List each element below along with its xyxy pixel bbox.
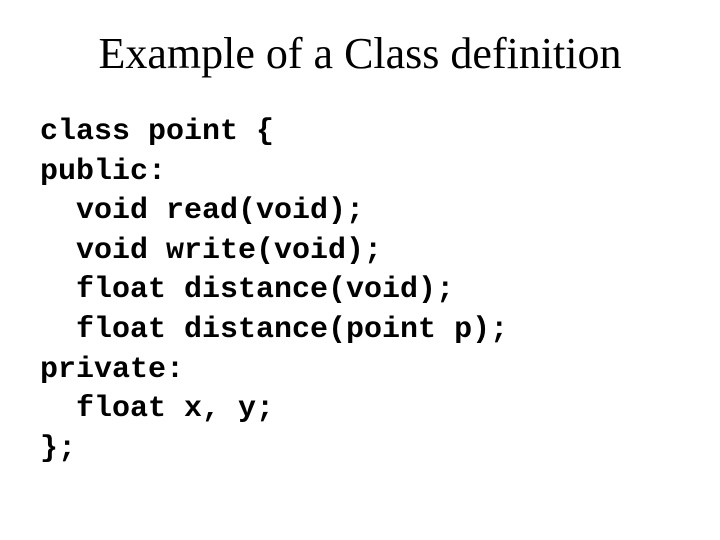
code-line: public: <box>40 155 166 189</box>
slide: Example of a Class definition class poin… <box>0 0 720 540</box>
code-line: void read(void); <box>40 194 364 228</box>
code-line: class point { <box>40 115 274 149</box>
code-line: private: <box>40 353 184 387</box>
code-line: void write(void); <box>40 234 382 268</box>
code-line: float distance(void); <box>40 273 454 307</box>
code-block: class point { public: void read(void); v… <box>40 113 680 469</box>
code-line: float x, y; <box>40 392 274 426</box>
code-line: float distance(point p); <box>40 313 508 347</box>
code-line: }; <box>40 432 76 466</box>
slide-title: Example of a Class definition <box>40 28 680 79</box>
